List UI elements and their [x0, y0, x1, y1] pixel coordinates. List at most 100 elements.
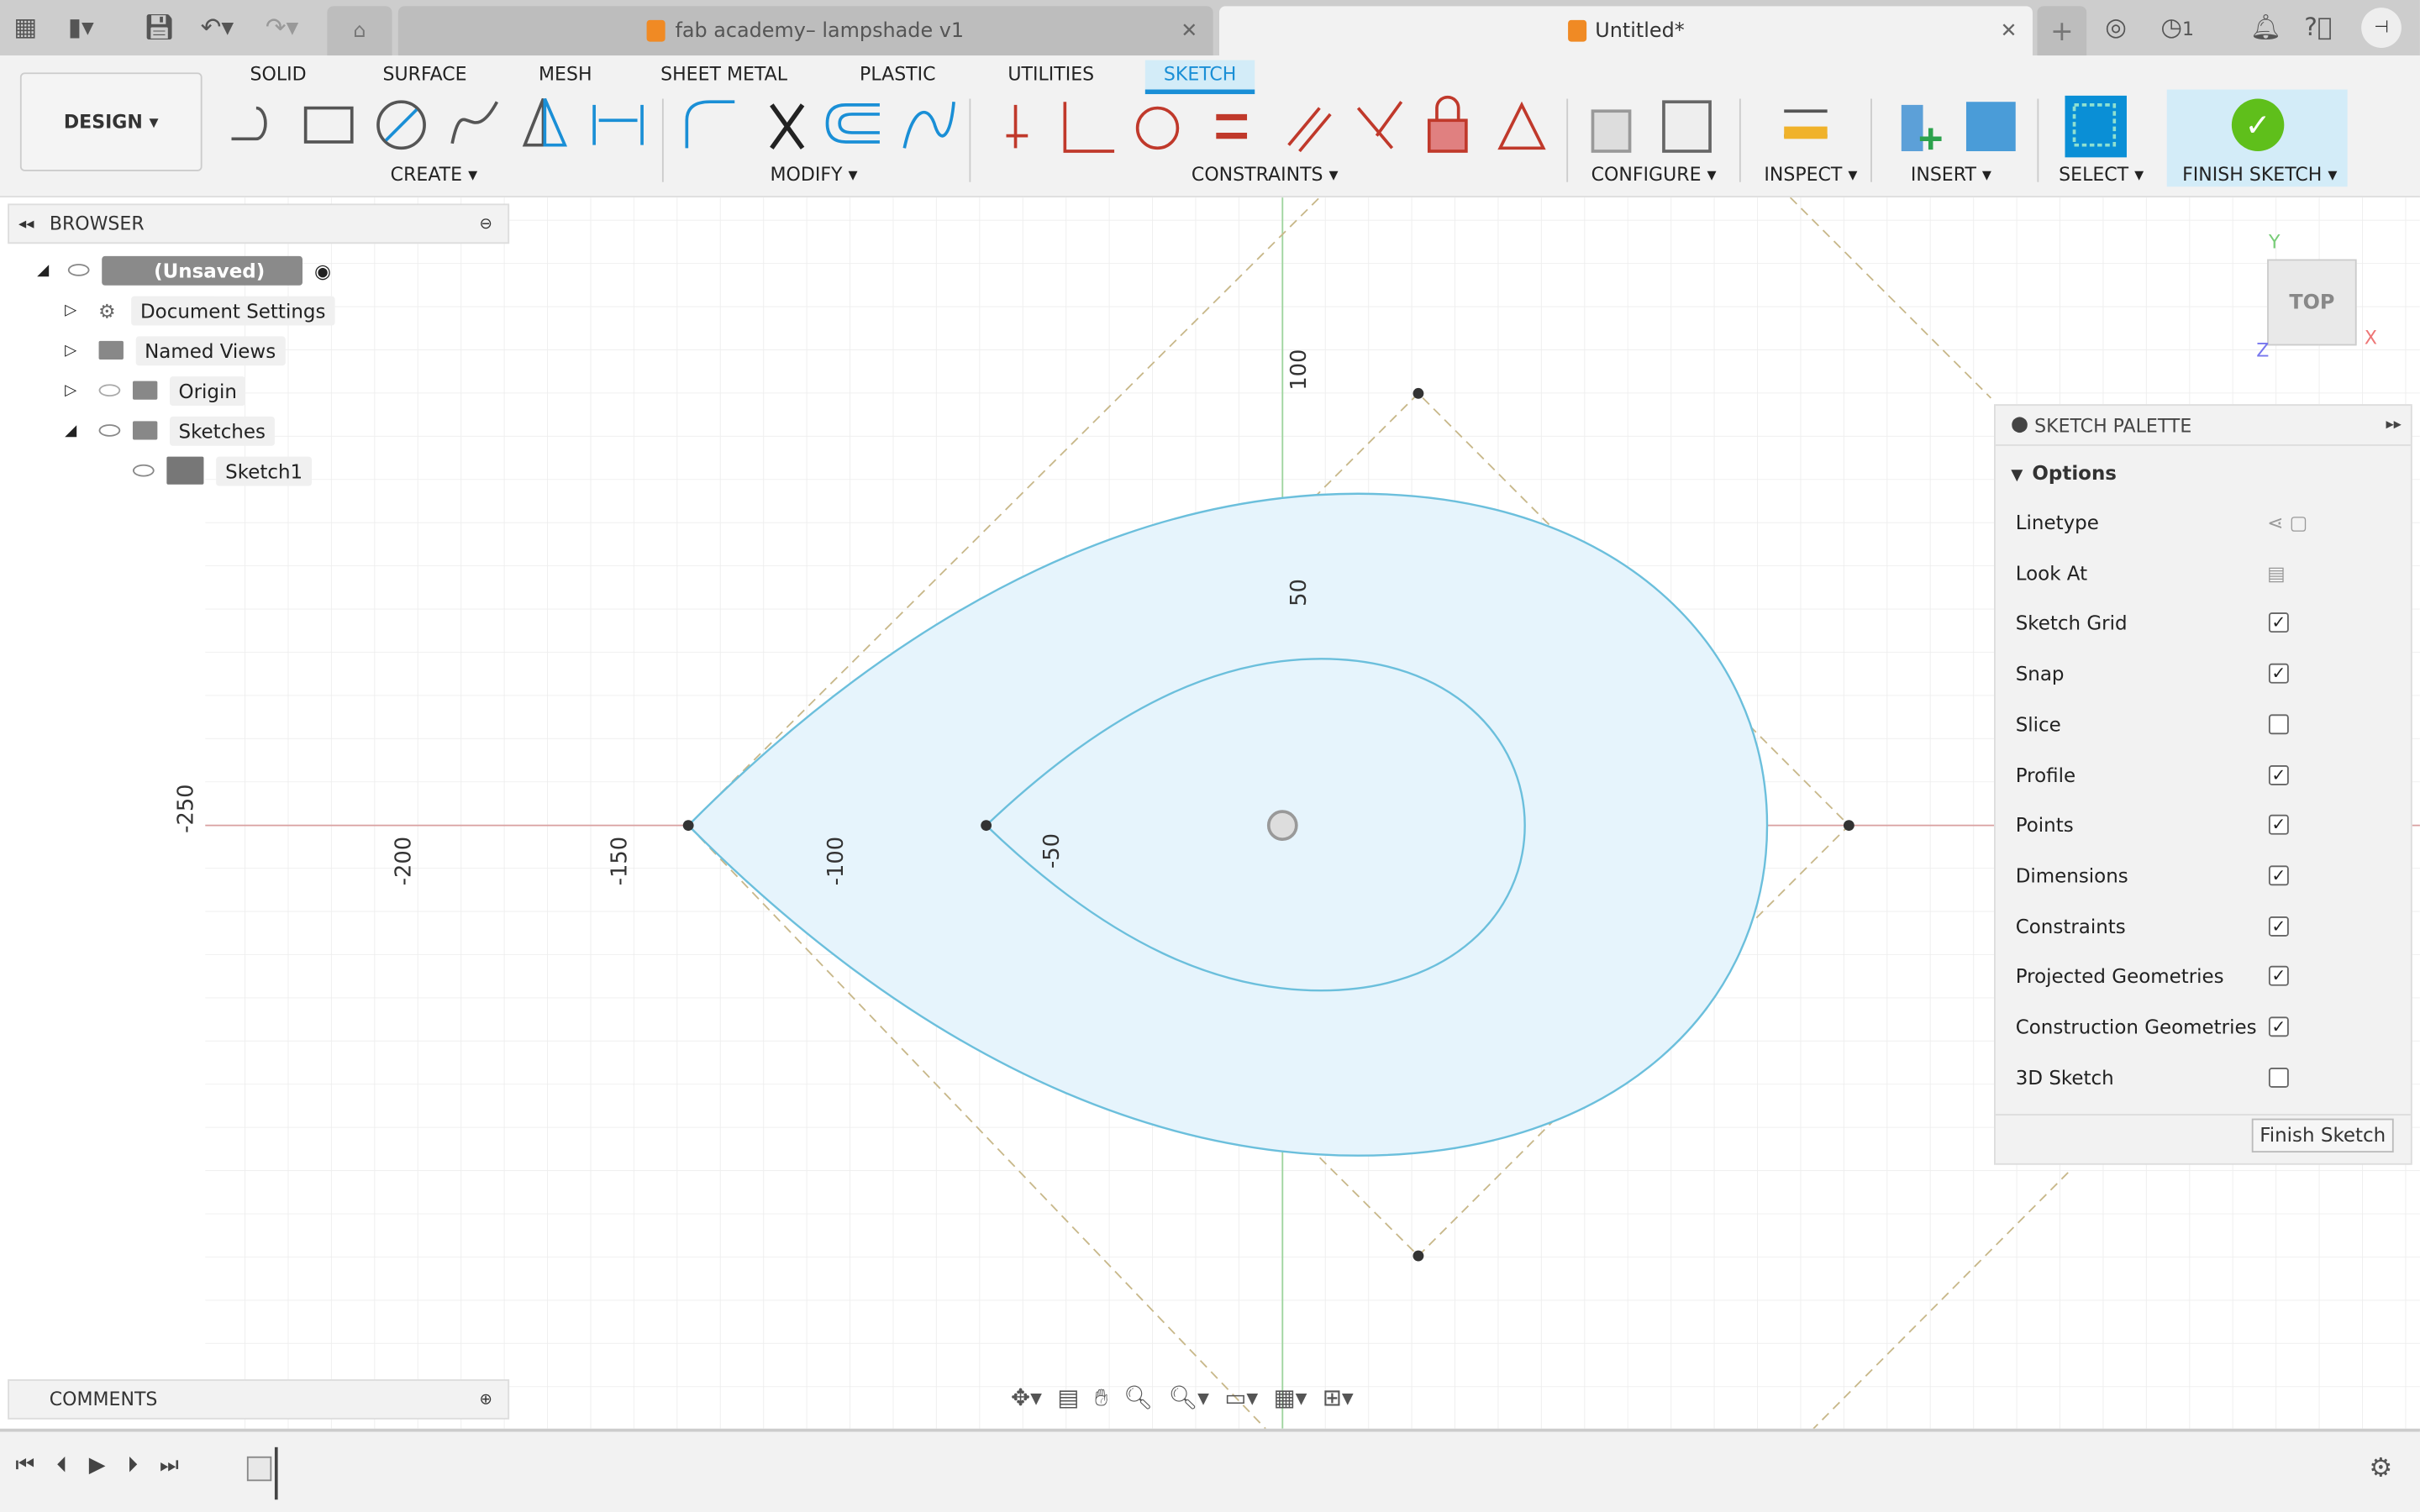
divider — [2037, 98, 2039, 182]
ribbon-tool-icons — [231, 95, 2127, 158]
close-tab-icon[interactable]: ✕ — [1181, 19, 1197, 43]
divider — [1870, 98, 1872, 182]
job-status-icon[interactable]: ◷1 — [2160, 0, 2194, 57]
create-menu[interactable]: CREATE ▾ — [391, 164, 477, 186]
option-checkbox[interactable]: ✓ — [2268, 764, 2289, 785]
folder-icon — [132, 381, 157, 400]
tree-label: Document Settings — [130, 295, 335, 325]
timeline-marker[interactable] — [274, 1446, 278, 1500]
look-at-icon[interactable]: ▤ — [2267, 561, 2286, 585]
option-checkbox[interactable]: ✓ — [2268, 865, 2289, 886]
tab-document[interactable]: fab academy– lampshade v1 ✕ — [397, 6, 1213, 56]
insert-menu[interactable]: INSERT ▾ — [1911, 164, 1991, 186]
tree-item-sketches[interactable]: ◢ Sketches — [65, 415, 275, 446]
option-checkbox[interactable]: ✓ — [2268, 966, 2289, 987]
navigation-bar: ✥▾ ▤ ✋︎ 🔍︎ 🔍︎▾ ▭▾ ▦▾ ⊞▾ — [1011, 1378, 1413, 1418]
timeline-sketch-icon[interactable] — [246, 1456, 272, 1482]
document-cube-icon — [647, 19, 666, 42]
browser-panel-header[interactable]: ◂◂ BROWSER ⊖ — [8, 203, 510, 244]
tree-item-origin[interactable]: ▷ Origin — [65, 375, 246, 406]
finish-sketch-menu[interactable]: FINISH SKETCH ▾ — [2182, 164, 2337, 186]
palette-expand-icon[interactable]: ▸▸ — [2386, 417, 2401, 433]
collapse-icon[interactable]: ◂◂ — [18, 215, 34, 232]
palette-collapse-icon[interactable]: ⬤ — [2011, 417, 2028, 433]
tree-label: Sketch1 — [216, 455, 313, 486]
select-menu[interactable]: SELECT ▾ — [2059, 164, 2144, 186]
triangle-icon — [1497, 101, 1546, 150]
y-tick-label: 100 — [1286, 349, 1313, 391]
undo-icon[interactable]: ↶▾ — [201, 0, 234, 55]
tree-item-named-views[interactable]: ▷ Named Views — [65, 335, 286, 366]
finish-sketch-palette-button[interactable]: Finish Sketch — [2251, 1118, 2394, 1153]
orbit-icon[interactable]: ✥▾ — [1011, 1384, 1042, 1412]
inspect-menu[interactable]: INSPECT ▾ — [1764, 164, 1857, 186]
visibility-icon[interactable] — [132, 464, 155, 477]
title-bar: ▦ ▮▾ 💾︎ ↶▾ ↷▾ ⌂ fab academy– lampshade v… — [0, 0, 2420, 57]
visibility-icon[interactable] — [98, 424, 120, 437]
zoom-window-icon[interactable]: 🔍︎▾ — [1168, 1384, 1209, 1412]
visibility-icon[interactable] — [67, 264, 89, 276]
next-step-icon[interactable]: ⏵ — [127, 1453, 138, 1478]
hidden-icon[interactable] — [98, 384, 120, 397]
divider — [1566, 98, 1569, 182]
comments-panel[interactable]: COMMENTS ⊕ — [8, 1379, 510, 1420]
tree-item-sketch1[interactable]: Sketch1 — [132, 455, 313, 486]
display-settings-icon[interactable]: ▭▾ — [1224, 1384, 1258, 1412]
mirror-icon — [543, 97, 568, 147]
palette-option-label: Constraints — [2015, 914, 2126, 937]
option-checkbox[interactable]: ✓ — [2268, 663, 2289, 684]
folder-icon — [132, 421, 157, 440]
extensions-icon[interactable]: ◎ — [2105, 0, 2127, 55]
tree-item-root[interactable]: ◢ (Unsaved) ◉ — [37, 255, 331, 286]
option-checkbox[interactable]: ✓ — [2268, 815, 2289, 835]
section-title: Options — [2032, 461, 2117, 485]
constraints-menu[interactable]: CONSTRAINTS ▾ — [1192, 164, 1339, 186]
timeline-settings-gear-icon[interactable]: ⚙ — [2369, 1453, 2392, 1484]
new-tab-button[interactable]: + — [2037, 6, 2087, 56]
check-icon: ✓ — [2231, 98, 2285, 151]
workspace-label: DESIGN ▾ — [63, 111, 159, 133]
divider — [1995, 1114, 2411, 1116]
look-at-icon[interactable]: ▤ — [1057, 1384, 1079, 1412]
browser-toggle-icon[interactable]: ⊖ — [479, 215, 492, 232]
option-checkbox[interactable] — [2268, 714, 2289, 734]
tab-title: Untitled* — [1595, 18, 1685, 43]
workspace-switcher[interactable]: DESIGN ▾ — [19, 72, 203, 171]
play-icon[interactable]: ▶ — [89, 1453, 106, 1478]
tree-label: (Unsaved) — [101, 255, 302, 285]
linetype-icon[interactable]: ⋖ ▢ — [2267, 511, 2307, 534]
options-section[interactable]: ▼ Options — [2011, 461, 2117, 485]
active-radio-icon[interactable]: ◉ — [314, 259, 331, 282]
toolbar-ribbon: DESIGN ▾ SOLID SURFACE MESH SHEET METAL … — [0, 55, 2420, 198]
folder-icon — [98, 340, 124, 360]
option-checkbox[interactable]: ✓ — [2268, 612, 2289, 633]
gear-icon: ⚙ — [98, 298, 116, 322]
notifications-icon[interactable]: 🔔︎ — [2250, 0, 2281, 55]
app-grid-icon[interactable]: ▦ — [14, 0, 38, 55]
redo-icon[interactable]: ↷▾ — [266, 0, 298, 55]
user-avatar[interactable]: ⊣ — [2361, 8, 2402, 48]
close-tab-icon[interactable]: ✕ — [2001, 19, 2018, 43]
view-cube[interactable]: TOP — [2267, 259, 2357, 346]
last-step-icon[interactable]: ⏭ — [160, 1453, 179, 1478]
option-checkbox[interactable]: ✓ — [2268, 1016, 2289, 1037]
option-checkbox[interactable] — [2268, 1067, 2289, 1088]
first-step-icon[interactable]: ⏮ — [15, 1453, 34, 1478]
pan-icon[interactable]: ✋︎ — [1095, 1384, 1108, 1412]
help-icon[interactable]: ?⃝ — [2304, 0, 2332, 55]
zoom-icon[interactable]: 🔍︎ — [1123, 1384, 1153, 1412]
file-icon[interactable]: ▮▾ — [68, 0, 94, 55]
palette-option-label: Slice — [2015, 712, 2061, 736]
grid-settings-icon[interactable]: ▦▾ — [1274, 1384, 1307, 1412]
viewports-icon[interactable]: ⊞▾ — [1323, 1384, 1354, 1412]
tab-document-active[interactable]: Untitled* ✕ — [1218, 6, 2033, 56]
save-icon[interactable]: 💾︎ — [144, 0, 175, 55]
palette-option-label: 3D Sketch — [2015, 1065, 2114, 1089]
home-tab[interactable]: ⌂ — [327, 6, 392, 56]
previous-step-icon[interactable]: ⏴ — [56, 1453, 67, 1478]
add-comment-icon[interactable]: ⊕ — [479, 1391, 492, 1408]
modify-menu[interactable]: MODIFY ▾ — [771, 164, 858, 186]
configure-menu[interactable]: CONFIGURE ▾ — [1591, 164, 1717, 186]
option-checkbox[interactable]: ✓ — [2268, 916, 2289, 937]
tree-item-document-settings[interactable]: ▷ ⚙ Document Settings — [65, 295, 335, 326]
